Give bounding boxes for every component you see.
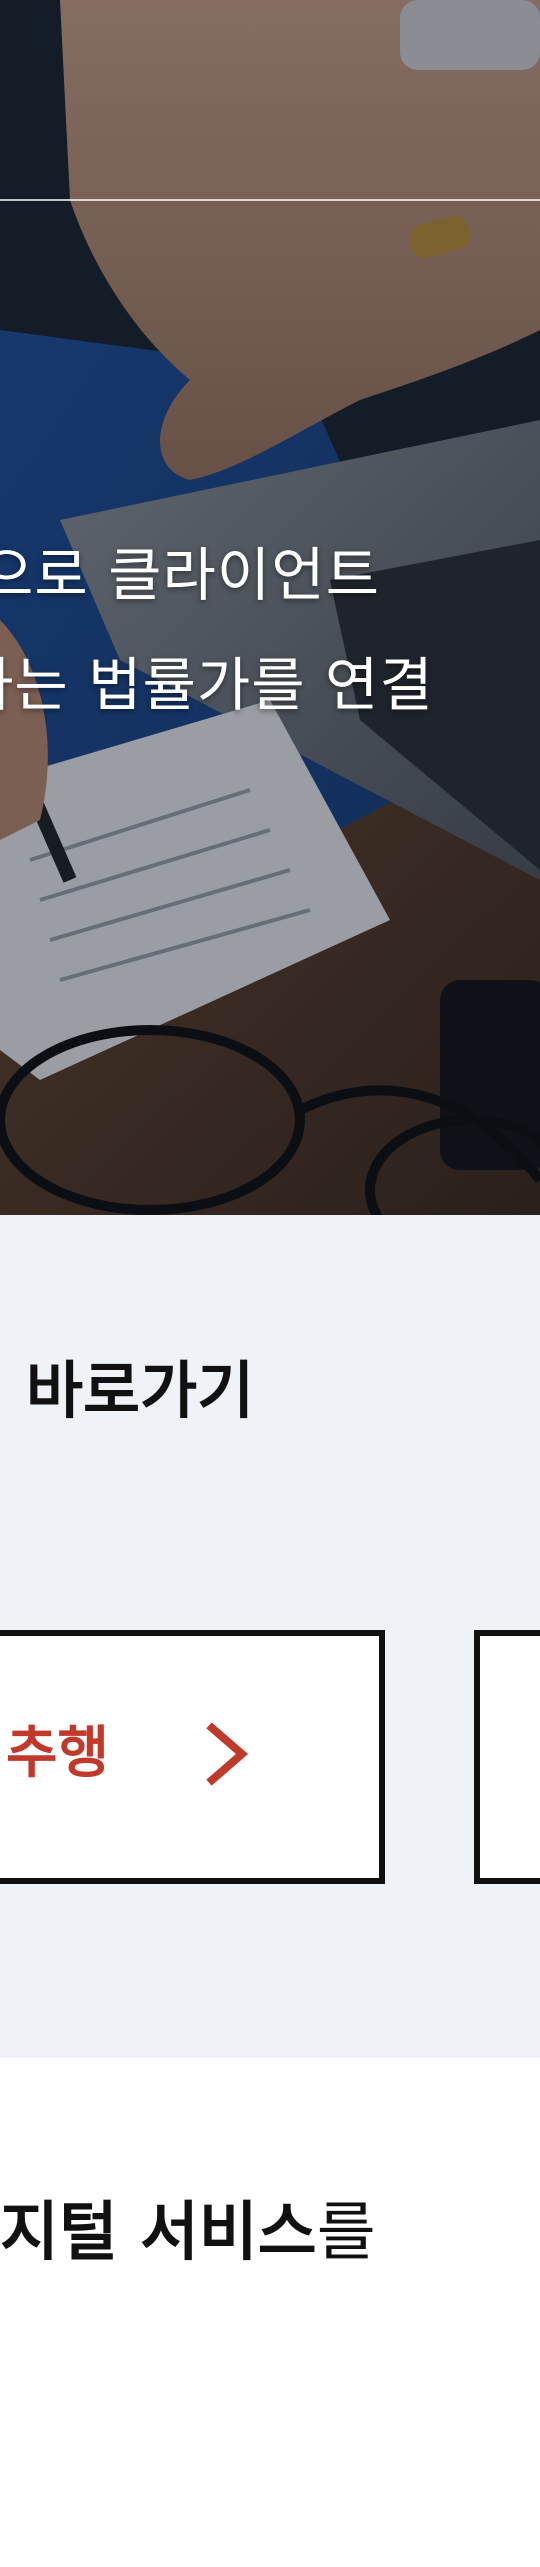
- hero-banner: 으로 클라이언트 하는 법률가를 연결: [0, 0, 540, 1215]
- hero-divider: [0, 199, 540, 201]
- shortcut-card-recommend[interactable]: 추행: [0, 1630, 385, 1884]
- digital-services-section: 지털 서비스를: [0, 2058, 540, 2567]
- shortcut-card-next[interactable]: [474, 1630, 540, 1884]
- shortcut-card-label: 추행: [6, 1721, 110, 1786]
- section-title: 지털 서비스를: [0, 2193, 376, 2273]
- section-title: 바로가기: [26, 1354, 255, 1427]
- hero-text-line-1: 으로 클라이언트: [0, 541, 380, 609]
- shortcuts-section: 바로가기 추행: [0, 1215, 540, 2058]
- title-light: 를: [316, 2196, 376, 2270]
- hero-text-line-2: 하는 법률가를 연결: [0, 651, 434, 719]
- chevron-right-icon: [206, 1722, 249, 1786]
- title-bold: 지털 서비스: [0, 2196, 317, 2270]
